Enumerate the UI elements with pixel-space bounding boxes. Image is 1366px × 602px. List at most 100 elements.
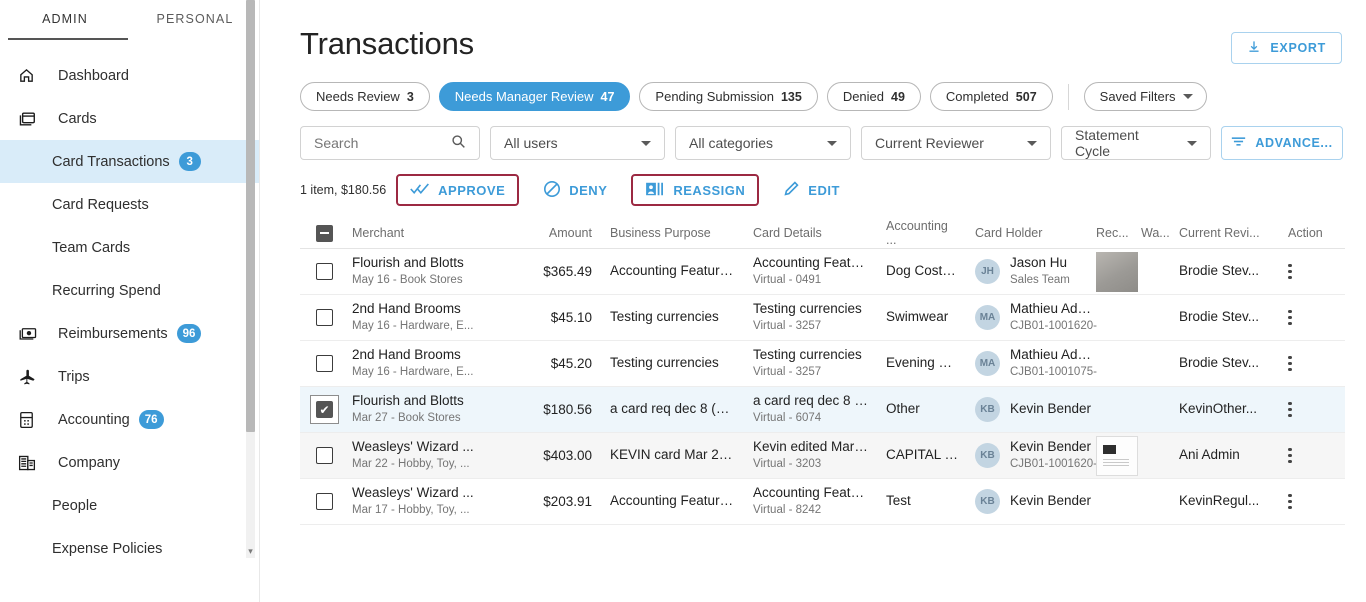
plane-icon [18, 367, 44, 387]
sidebar-item-card-transactions[interactable]: Card Transactions 3 [0, 140, 260, 183]
sidebar-item-people-label: People [52, 497, 98, 514]
row-menu-icon[interactable] [1288, 309, 1292, 326]
card-label: Kevin edited March... [753, 438, 868, 454]
column-header-action: Action [1288, 226, 1323, 240]
cell-accounting: CAPITAL C... [886, 447, 961, 463]
merchant-name: Weasleys' Wizard ... [352, 438, 474, 454]
cell-current-reviewer: Brodie Stev... [1179, 263, 1260, 279]
holder-name: Kevin Bender [1010, 493, 1092, 509]
row-menu-icon[interactable] [1288, 355, 1292, 372]
chip-denied[interactable]: Denied 49 [826, 82, 921, 111]
select-all-checkbox[interactable] [316, 224, 333, 242]
sidebar-item-card-requests[interactable]: Card Requests [0, 183, 260, 226]
chevron-down-icon[interactable]: ▾ [246, 544, 255, 558]
cell-current-reviewer: Brodie Stev... [1179, 355, 1260, 371]
sidebar-tab-admin-label: ADMIN [42, 12, 88, 26]
column-header-business-purpose[interactable]: Business Purpose [592, 226, 735, 240]
column-header-warning[interactable]: Wa... [1141, 226, 1176, 240]
column-header-accounting[interactable]: Accounting ... [868, 219, 961, 247]
sidebar-item-cards-label: Cards [58, 110, 97, 127]
row-checkbox[interactable] [316, 447, 333, 464]
chip-needs-review[interactable]: Needs Review 3 [300, 82, 430, 111]
table-row[interactable]: 2nd Hand Brooms May 16 - Hardware, E... … [300, 295, 1345, 341]
sidebar-tab-admin[interactable]: ADMIN [0, 0, 130, 38]
sidebar-item-team-cards[interactable]: Team Cards [0, 226, 260, 269]
sidebar-item-accounting[interactable]: Accounting 76 [0, 398, 260, 441]
chevron-down-icon [1182, 94, 1193, 99]
receipt-thumbnail[interactable] [1096, 251, 1138, 292]
cell-receipt[interactable] [1096, 251, 1141, 292]
column-header-receipt[interactable]: Rec... [1096, 226, 1141, 240]
card-label: Testing currencies [753, 346, 862, 362]
table-row[interactable]: ✔ Flourish and Blotts Mar 27 - Book Stor… [300, 387, 1345, 433]
column-header-merchant[interactable]: Merchant [352, 226, 524, 240]
table-row[interactable]: Weasleys' Wizard ... Mar 22 - Hobby, Toy… [300, 433, 1345, 479]
column-header-card-holder[interactable]: Card Holder [961, 226, 1096, 240]
deny-button[interactable]: DENY [529, 174, 622, 206]
row-checkbox[interactable] [316, 493, 333, 510]
sidebar-tab-personal[interactable]: PERSONAL [130, 0, 260, 38]
statement-cycle-select[interactable]: Statement Cycle [1061, 126, 1211, 160]
approve-button[interactable]: APPROVE [396, 174, 520, 206]
edit-button[interactable]: EDIT [769, 174, 854, 206]
row-menu-icon[interactable] [1288, 493, 1292, 510]
row-menu-icon[interactable] [1288, 401, 1292, 418]
column-header-card-details[interactable]: Card Details [735, 226, 868, 240]
sidebar-scrollbar[interactable]: ▾ [246, 0, 255, 558]
cell-receipt[interactable] [1096, 435, 1141, 476]
sidebar-item-trips[interactable]: Trips [0, 355, 260, 398]
sidebar-item-recurring-spend[interactable]: Recurring Spend [0, 269, 260, 312]
chip-needs-manager-review[interactable]: Needs Manager Review 47 [438, 82, 631, 111]
column-header-current-reviewer[interactable]: Current Revi... [1176, 226, 1274, 240]
column-header-amount[interactable]: Amount [524, 226, 592, 240]
all-users-select[interactable]: All users [490, 126, 665, 160]
page-title: Transactions [300, 26, 474, 61]
all-categories-select[interactable]: All categories [675, 126, 851, 160]
sidebar-scrollbar-thumb[interactable] [246, 0, 255, 432]
sidebar-item-expense-policies[interactable]: Expense Policies [0, 527, 260, 570]
cell-current-reviewer: Brodie Stev... [1179, 309, 1260, 325]
table-row[interactable]: Flourish and Blotts May 16 - Book Stores… [300, 249, 1345, 295]
row-checkbox[interactable]: ✔ [316, 401, 333, 418]
table-row[interactable]: 2nd Hand Brooms May 16 - Hardware, E... … [300, 341, 1345, 387]
reassign-button-label: REASSIGN [673, 182, 746, 198]
card-label: Testing currencies [753, 300, 862, 316]
export-button[interactable]: EXPORT [1231, 32, 1342, 64]
search-input[interactable]: Search [300, 126, 480, 160]
sidebar-item-people[interactable]: People [0, 484, 260, 527]
avatar: MA [975, 305, 1000, 330]
search-input-placeholder: Search [314, 135, 359, 151]
cell-card-holder: KB Kevin Bender CJB01-1001620- [961, 439, 1097, 473]
merchant-name: 2nd Hand Brooms [352, 346, 461, 362]
card-number: Virtual - 8242 [753, 504, 822, 517]
reassign-button[interactable]: REASSIGN [631, 174, 760, 206]
double-check-icon [410, 182, 430, 199]
cell-card-holder: KB Kevin Bender [961, 489, 1096, 514]
sidebar-item-reimbursements[interactable]: Reimbursements 96 [0, 312, 260, 355]
cell-amount: $45.20 [550, 356, 592, 371]
row-checkbox[interactable] [316, 263, 333, 280]
advanced-filters-button[interactable]: ADVANCE... [1221, 126, 1343, 160]
table-row[interactable]: Weasleys' Wizard ... Mar 17 - Hobby, Toy… [300, 479, 1345, 525]
cell-merchant: Weasleys' Wizard ... Mar 17 - Hobby, Toy… [352, 485, 524, 519]
cell-amount: $180.56 [543, 402, 592, 417]
sidebar-tab-personal-label: PERSONAL [156, 12, 234, 26]
chip-completed[interactable]: Completed 507 [929, 82, 1053, 111]
merchant-name: Weasleys' Wizard ... [352, 484, 474, 500]
row-checkbox[interactable] [316, 309, 333, 326]
row-menu-icon[interactable] [1288, 263, 1292, 280]
money-icon [18, 324, 44, 344]
sidebar-item-company[interactable]: Company [0, 441, 260, 484]
sidebar-item-dashboard[interactable]: Dashboard [0, 54, 260, 97]
card-number: Virtual - 6074 [753, 412, 822, 425]
cell-business-purpose: Accounting Feature... [610, 263, 735, 279]
row-checkbox[interactable] [316, 355, 333, 372]
row-menu-icon[interactable] [1288, 447, 1292, 464]
chip-pending-submission[interactable]: Pending Submission 135 [639, 82, 818, 111]
current-reviewer-select-value: Current Reviewer [875, 135, 984, 151]
sidebar-item-cards[interactable]: Cards [0, 97, 260, 140]
receipt-thumbnail[interactable] [1096, 435, 1138, 476]
saved-filters-dropdown[interactable]: Saved Filters [1083, 82, 1207, 111]
cell-amount: $203.91 [543, 494, 592, 509]
current-reviewer-select[interactable]: Current Reviewer [861, 126, 1051, 160]
